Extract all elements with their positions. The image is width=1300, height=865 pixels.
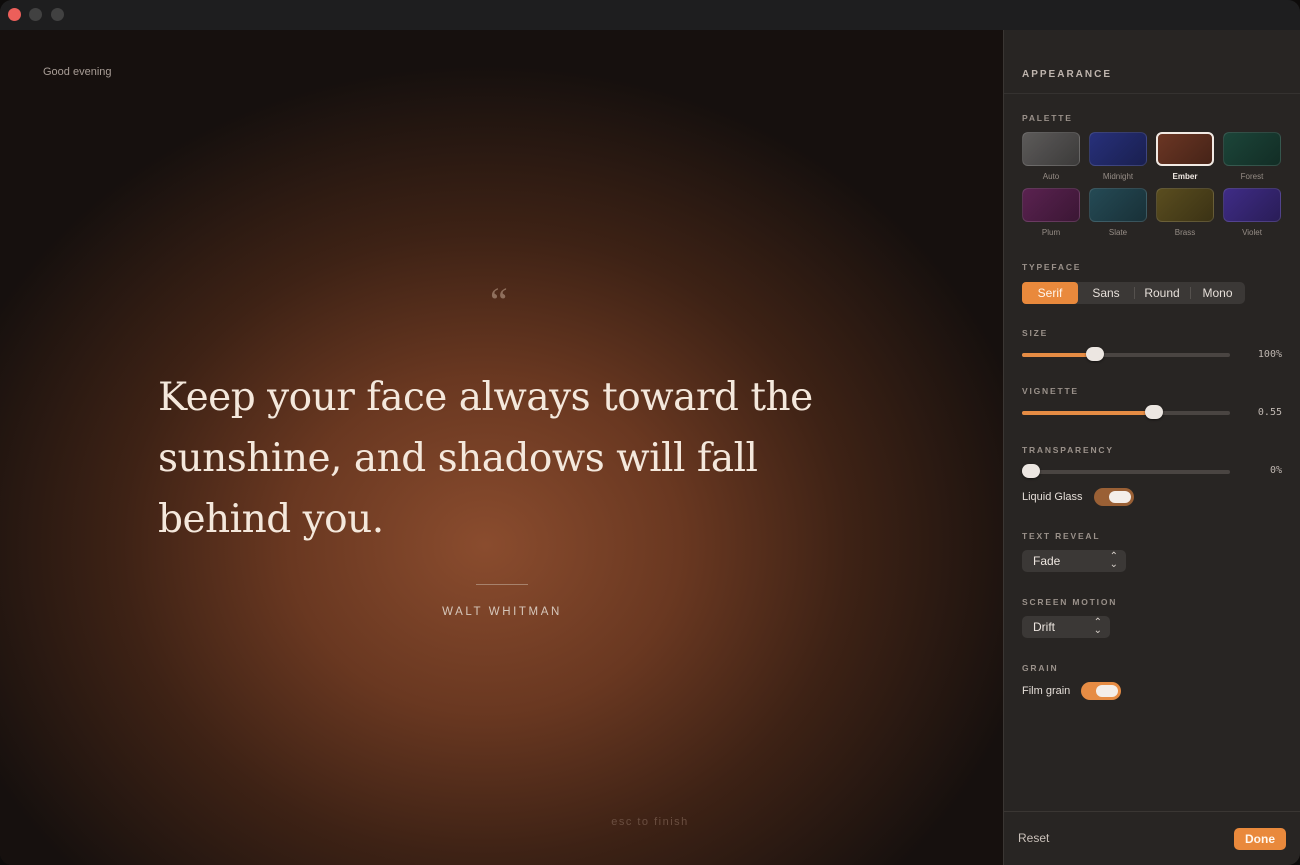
film-grain-toggle-knob [1096, 685, 1118, 697]
size-value: 100% [1257, 349, 1282, 360]
transparency-slider[interactable] [1022, 464, 1230, 478]
film-grain-label: Film grain [1022, 685, 1071, 697]
typeface-mono[interactable]: Mono [1190, 282, 1245, 304]
palette-swatch-plum[interactable] [1022, 188, 1080, 222]
size-label: SIZE [1022, 328, 1049, 338]
quote-stage: Good evening “ Keep your face always tow… [0, 30, 1003, 865]
palette-swatch-label: Ember [1172, 172, 1198, 181]
panel-title: APPEARANCE [1022, 69, 1113, 80]
size-slider-knob[interactable] [1085, 347, 1104, 361]
typeface-sans[interactable]: Sans [1078, 282, 1134, 304]
typeface-segmented-control: Serif Sans Round Mono [1022, 282, 1245, 304]
text-reveal-label: TEXT REVEAL [1022, 531, 1101, 541]
greeting-text: Good evening [43, 66, 112, 78]
palette-swatch-label: Forest [1240, 172, 1264, 181]
app-window: Good evening “ Keep your face always tow… [0, 0, 1300, 865]
done-button[interactable]: Done [1234, 828, 1286, 850]
chevron-up-down-icon: ⌃ ⌄ [1109, 551, 1118, 570]
minimize-window-button[interactable] [29, 8, 42, 21]
quote-mark-icon: “ [490, 279, 508, 324]
typeface-label: TYPEFACE [1022, 262, 1082, 272]
screen-motion-select[interactable]: Drift ⌃ ⌄ [1022, 616, 1110, 638]
appearance-panel: APPEARANCE PALETTE Auto Midnight Ember Fore… [1003, 30, 1300, 865]
screen-motion-label: SCREEN MOTION [1022, 597, 1118, 607]
exit-hint: esc to finish [611, 816, 689, 828]
transparency-label: TRANSPARENCY [1022, 445, 1114, 455]
liquid-glass-label: Liquid Glass [1022, 491, 1083, 503]
zoom-window-button[interactable] [51, 8, 64, 21]
transparency-slider-knob[interactable] [1022, 464, 1040, 478]
reset-button[interactable]: Reset [1018, 831, 1049, 845]
palette-swatch-ember[interactable] [1156, 132, 1214, 166]
palette-swatch-violet[interactable] [1223, 188, 1281, 222]
footer-divider [1004, 811, 1300, 812]
vignette-slider-knob[interactable] [1145, 405, 1164, 419]
palette-swatch-brass[interactable] [1156, 188, 1214, 222]
quote-text: Keep your face always toward the sunshin… [158, 375, 813, 542]
palette-label: PALETTE [1022, 113, 1073, 123]
text-reveal-value: Fade [1033, 554, 1061, 568]
transparency-value: 0% [1269, 465, 1282, 476]
palette-swatch-label: Slate [1108, 228, 1128, 237]
vignette-slider[interactable] [1022, 405, 1230, 419]
typeface-serif[interactable]: Serif [1022, 282, 1078, 304]
liquid-glass-toggle[interactable] [1094, 488, 1134, 506]
palette-swatch-label: Midnight [1102, 172, 1134, 181]
chevron-up-down-icon: ⌃ ⌄ [1093, 617, 1102, 636]
palette-swatch-label: Brass [1174, 228, 1196, 237]
palette-swatch-label: Violet [1242, 228, 1262, 237]
quote-author: WALT WHITMAN [442, 606, 562, 618]
quote-divider [476, 584, 528, 585]
size-slider[interactable] [1022, 347, 1230, 361]
palette-swatch-midnight[interactable] [1089, 132, 1147, 166]
film-grain-toggle[interactable] [1081, 682, 1121, 700]
size-slider-fill [1022, 353, 1095, 357]
typeface-round[interactable]: Round [1134, 282, 1190, 304]
palette-swatch-label: Auto [1042, 172, 1060, 181]
text-reveal-select[interactable]: Fade ⌃ ⌄ [1022, 550, 1126, 572]
vignette-label: VIGNETTE [1022, 386, 1079, 396]
vignette-value: 0.55 [1257, 407, 1282, 418]
palette-swatch-slate[interactable] [1089, 188, 1147, 222]
palette-swatch-forest[interactable] [1223, 132, 1281, 166]
palette-swatch-auto[interactable] [1022, 132, 1080, 166]
palette-swatch-label: Plum [1041, 228, 1061, 237]
panel-header-divider [1004, 93, 1300, 94]
title-bar [0, 0, 1300, 31]
liquid-glass-toggle-knob [1109, 491, 1131, 503]
vignette-slider-fill [1022, 411, 1155, 415]
grain-label: GRAIN [1022, 663, 1059, 673]
screen-motion-value: Drift [1033, 620, 1055, 634]
close-window-button[interactable] [8, 8, 21, 21]
